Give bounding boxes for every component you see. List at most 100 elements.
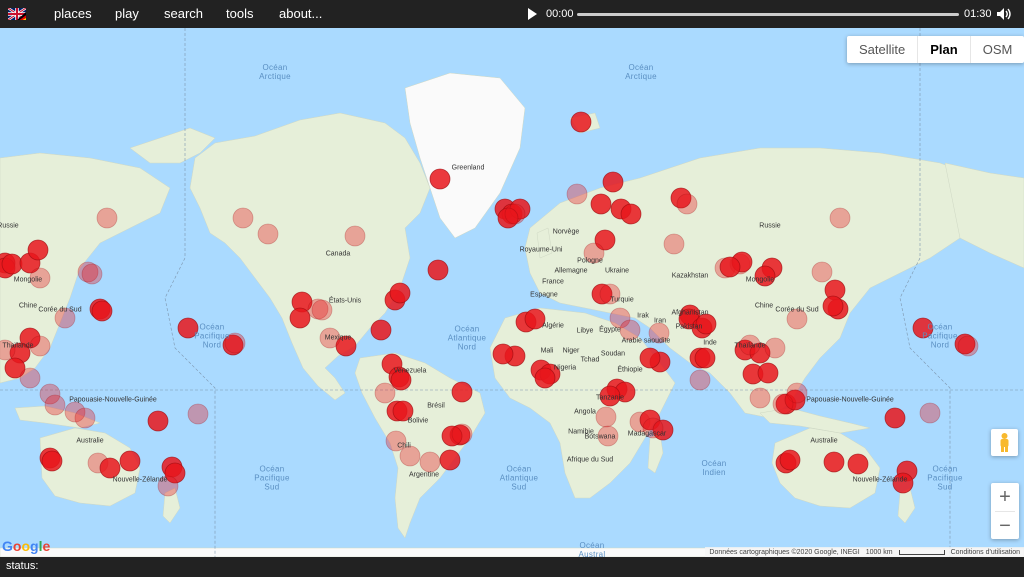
place-label: Australie [810,437,838,445]
place-marker[interactable] [91,300,113,322]
place-marker[interactable] [451,423,473,445]
place-marker[interactable] [344,225,366,247]
place-label: Espagne [530,291,558,299]
place-marker[interactable] [429,168,451,190]
place-marker[interactable] [374,382,396,404]
map-type-plan[interactable]: Plan [918,36,969,63]
place-marker[interactable] [779,449,801,471]
place-label: Irak [637,312,649,320]
place-marker[interactable] [504,203,526,225]
place-marker[interactable] [232,207,254,229]
place-marker[interactable] [427,259,449,281]
place-label: Afrique du Sud [566,456,614,464]
menu-search[interactable]: search [164,6,203,21]
place-marker[interactable] [570,111,592,133]
place-marker[interactable] [823,451,845,473]
menu-tools[interactable]: tools [226,6,253,21]
place-marker[interactable] [829,207,851,229]
place-marker[interactable] [147,410,169,432]
place-marker[interactable] [289,307,311,329]
status-label: status: [6,560,39,572]
attribution-data[interactable]: Données cartographiques ©2020 Google, IN… [709,549,859,556]
place-label: Royaume-Uni [519,246,563,254]
place-marker[interactable] [44,394,66,416]
place-marker[interactable] [370,319,392,341]
place-marker[interactable] [689,369,711,391]
place-label: Tanzanie [595,394,625,402]
place-marker[interactable] [81,263,103,285]
place-marker[interactable] [41,450,63,472]
place-marker[interactable] [187,403,209,425]
place-marker[interactable] [749,387,771,409]
ocean-label: Océan Arctique [625,63,657,81]
place-marker[interactable] [957,335,979,357]
ocean-label-word: Indien [702,468,726,477]
place-marker[interactable] [919,402,941,424]
place-marker[interactable] [884,407,906,429]
place-label: Tchad [580,356,600,364]
place-label: Niger [562,347,580,355]
place-marker[interactable] [764,337,786,359]
place-marker[interactable] [566,183,588,205]
ocean-label-word: Sud [937,482,953,492]
place-label: Mexique [324,334,352,342]
place-marker[interactable] [119,450,141,472]
place-marker[interactable] [19,367,41,389]
place-marker[interactable] [590,193,612,215]
place-marker[interactable] [757,362,779,384]
ocean-label-word: Pacifique [922,331,958,341]
place-marker[interactable] [676,193,698,215]
place-label: Chine [754,302,774,310]
ocean-label-word: Océan [927,322,953,332]
place-marker[interactable] [694,347,716,369]
place-label: Nigeria [553,364,577,372]
place-marker[interactable] [257,223,279,245]
place-marker[interactable] [719,256,741,278]
language-flag-icon[interactable] [8,8,26,20]
zoom-out-button[interactable]: − [991,512,1019,540]
place-marker[interactable] [492,343,514,365]
scale-label[interactable]: 1000 km [866,549,893,556]
place-marker[interactable] [772,393,794,415]
place-marker[interactable] [534,367,556,389]
map-type-satellite[interactable]: Satellite [847,36,917,63]
playback-progress-bar[interactable] [577,13,959,16]
place-marker[interactable] [602,171,624,193]
place-marker[interactable] [389,282,411,304]
scale-bar [898,549,945,555]
ocean-label: Océan Indien [701,459,726,477]
volume-icon[interactable] [996,7,1012,21]
place-marker[interactable] [451,381,473,403]
place-marker[interactable] [1,253,23,275]
ocean-label-word: Océan [259,464,285,474]
pegman-icon[interactable] [991,429,1018,456]
play-icon[interactable] [528,8,537,20]
place-marker[interactable] [96,207,118,229]
map-type-osm[interactable]: OSM [971,36,1024,63]
world-map[interactable]: Océan Arctique Océan Arctique Océan Pacifique… [0,28,1024,557]
place-marker[interactable] [74,407,96,429]
place-marker[interactable] [822,295,844,317]
zoom-in-button[interactable]: + [991,483,1019,511]
menu-play[interactable]: play [115,6,139,21]
place-label: Éthiopie [617,366,643,374]
menu-about[interactable]: about... [279,6,322,21]
place-marker[interactable] [595,406,617,428]
google-logo: Google [2,538,51,554]
terms-link[interactable]: Conditions d'utilisation [951,549,1020,556]
place-marker[interactable] [419,451,441,473]
place-label: Argentine [409,471,439,479]
place-label: Arabie saoudite [621,337,671,345]
ocean-label: Océan Arctique [259,63,291,81]
place-marker[interactable] [99,457,121,479]
menu-places[interactable]: places [54,6,92,21]
place-marker[interactable] [811,261,833,283]
place-marker[interactable] [663,233,685,255]
place-marker[interactable] [639,347,661,369]
place-marker[interactable] [439,449,461,471]
place-marker[interactable] [27,239,49,261]
place-label: Égypte [599,326,621,334]
place-marker[interactable] [620,203,642,225]
ocean-label-word: Atlantique [499,473,539,483]
place-marker[interactable] [847,453,869,475]
